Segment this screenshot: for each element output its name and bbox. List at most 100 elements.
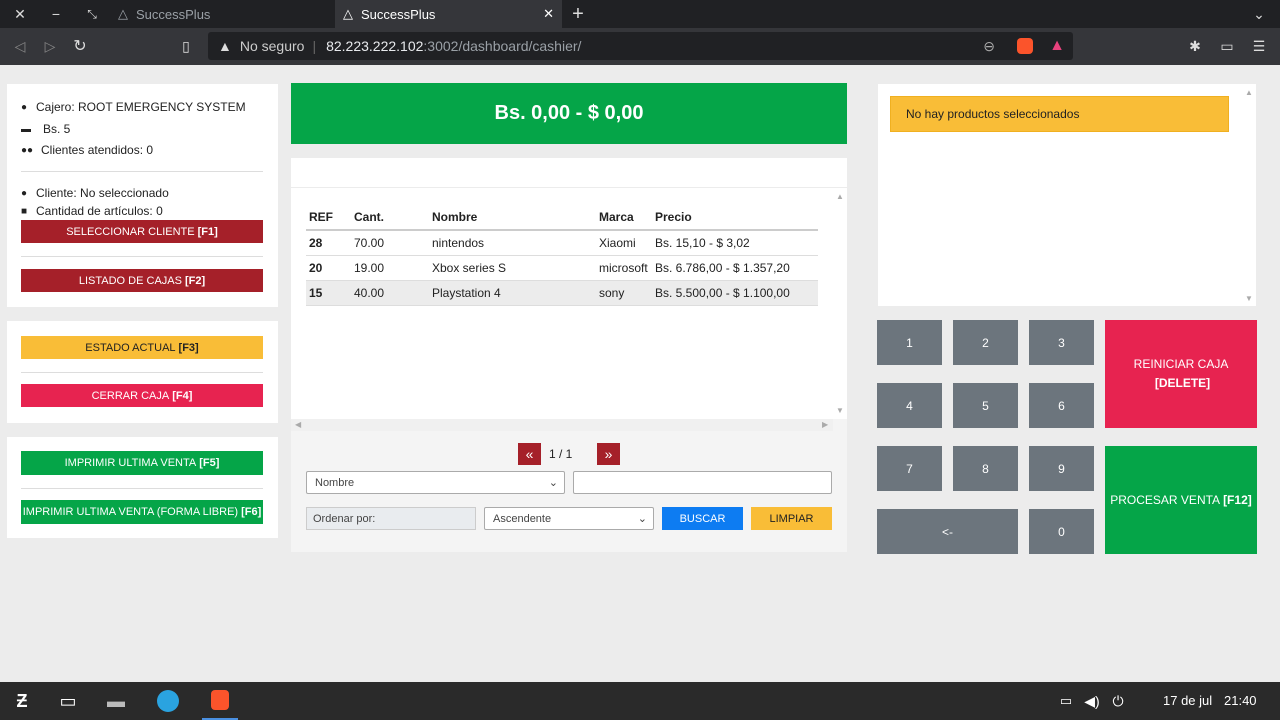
keypad-4[interactable]: 4	[877, 383, 942, 428]
selected-client: ● Cliente: No seleccionado	[21, 186, 169, 200]
products-table-viewport: REF Cant. Nombre Marca Precio 28 70.00 nin…	[291, 188, 833, 419]
search-field-select[interactable]: Nombre ⌄	[306, 471, 565, 494]
extensions-icon[interactable]: ✱	[1185, 36, 1205, 56]
divider	[21, 372, 263, 373]
cart-scrollbar[interactable]: ▲ ▼	[1242, 84, 1256, 306]
order-direction-select[interactable]: Ascendente ⌄	[484, 507, 654, 530]
column-header: Cant.	[351, 204, 429, 231]
taskbar-time: 21:40	[1224, 693, 1257, 708]
telegram-icon[interactable]	[150, 682, 186, 720]
vertical-scrollbar[interactable]: ▲ ▼	[833, 188, 847, 419]
new-tab-icon[interactable]: +	[568, 0, 588, 28]
os-taskbar: Ƶ ▭ ▬ ▭ ◀) ⏻ 17 de jul 21:40	[0, 682, 1280, 720]
address-bar[interactable]: ▲ No seguro | 82.223.222.102:3002/dashbo…	[208, 32, 1073, 60]
tab-title: SuccessPlus	[136, 6, 211, 22]
zoom-icon[interactable]: ⊖	[983, 38, 995, 55]
keypad-0[interactable]: 0	[1029, 509, 1094, 554]
product-search-input[interactable]	[291, 158, 847, 187]
zorin-menu-icon[interactable]: Ƶ	[4, 682, 40, 720]
item-count: ■ Cantidad de artículos: 0	[21, 204, 163, 218]
print-last-sale-button[interactable]: IMPRIMIR ULTIMA VENTA [F5]	[21, 451, 263, 475]
minimize-window-icon[interactable]: −	[46, 0, 66, 28]
warning-icon: ▲	[218, 38, 232, 54]
menu-icon[interactable]: ☰	[1249, 36, 1269, 56]
clients-served: ●● Clientes atendidos: 0	[21, 143, 154, 157]
order-by-label: Ordenar por:	[306, 507, 476, 530]
table-row[interactable]: 15 40.00 Playstation 4 sony Bs. 5.500,00 - $…	[306, 280, 818, 306]
brave-shields-icon[interactable]	[1017, 38, 1033, 54]
site-favicon-icon: △	[118, 6, 128, 21]
user-icon: ●	[21, 187, 28, 199]
clear-button[interactable]: LIMPIAR	[751, 507, 832, 530]
bookmark-icon[interactable]: ▯	[176, 36, 196, 56]
cashier-info-card: ● Cajero: ROOT EMERGENCY SYSTEM ▬ Bs. 5 ●●…	[7, 84, 278, 307]
keypad-7[interactable]: 7	[877, 446, 942, 491]
keypad-5[interactable]: 5	[953, 383, 1018, 428]
divider	[21, 171, 263, 172]
next-page-button[interactable]: »	[597, 443, 620, 465]
keypad-9[interactable]: 9	[1029, 446, 1094, 491]
previous-page-button[interactable]: «	[518, 443, 541, 465]
close-tab-icon[interactable]: ✕	[543, 6, 554, 22]
keypad-6[interactable]: 6	[1029, 383, 1094, 428]
security-label: No seguro	[239, 38, 305, 54]
cart-empty-alert: No hay productos seleccionados	[890, 96, 1229, 132]
close-window-icon[interactable]: ✕	[10, 0, 30, 28]
column-header: REF	[306, 204, 351, 231]
current-status-button[interactable]: ESTADO ACTUAL [F3]	[21, 336, 263, 359]
cash-registers-list-button[interactable]: LISTADO DE CAJAS [F2]	[21, 269, 263, 292]
restore-window-icon[interactable]: ⤡	[82, 0, 102, 28]
page-indicator: 1 / 1	[549, 447, 573, 461]
keypad-3[interactable]: 3	[1029, 320, 1094, 365]
cash-status-card: ESTADO ACTUAL [F3] CERRAR CAJA [F4]	[7, 321, 278, 423]
back-icon[interactable]: ◁	[10, 36, 30, 56]
url-host: 82.223.222.102	[326, 38, 424, 54]
column-header: Nombre	[429, 204, 596, 231]
print-card: IMPRIMIR ULTIMA VENTA [F5] IMPRIMIR ULTIM…	[7, 437, 278, 538]
search-text-input[interactable]	[573, 471, 832, 494]
cashier-name: ● Cajero: ROOT EMERGENCY SYSTEM	[21, 100, 246, 114]
wallet-icon[interactable]: ▭	[1217, 36, 1237, 56]
chevron-down-icon: ⌄	[548, 477, 558, 489]
power-icon[interactable]: ⏻	[1100, 682, 1136, 720]
horizontal-scrollbar[interactable]: ◀ ▶	[291, 419, 833, 431]
money-icon: ▬	[21, 123, 31, 135]
process-sale-button[interactable]: PROCESAR VENTA [F12]	[1105, 446, 1257, 554]
divider	[21, 488, 263, 489]
cart-panel: No hay productos seleccionados	[878, 84, 1242, 306]
taskbar-date: 17 de jul	[1163, 693, 1213, 708]
select-client-button[interactable]: SELECCIONAR CLIENTE [F1]	[21, 220, 263, 243]
users-icon: ●●	[21, 144, 34, 156]
print-last-sale-free-form-button[interactable]: IMPRIMIR ULTIMA VENTA (FORMA LIBRE) [F6]	[21, 500, 263, 524]
browser-tab-1[interactable]: △ SuccessPlus	[110, 0, 341, 28]
chevron-down-icon: ⌄	[637, 513, 647, 525]
keypad-2[interactable]: 2	[953, 320, 1018, 365]
windows-overview-icon[interactable]: ▭	[50, 682, 86, 720]
reload-icon[interactable]: ↻	[70, 36, 90, 56]
site-favicon-icon: △	[343, 6, 353, 21]
browser-tab-2[interactable]: △ SuccessPlus ✕	[335, 0, 562, 28]
products-table: REF Cant. Nombre Marca Precio 28 70.00 nin…	[306, 204, 818, 306]
divider	[21, 256, 263, 257]
cash-balance: ▬ Bs. 5	[21, 122, 71, 136]
brave-rewards-icon[interactable]: ▲	[1049, 37, 1065, 55]
close-register-button[interactable]: CERRAR CAJA [F4]	[21, 384, 263, 407]
table-row[interactable]: 28 70.00 nintendos Xiaomi Bs. 15,10 - $ 3,02	[306, 230, 818, 256]
tab-title: SuccessPlus	[361, 6, 436, 22]
browser-nav-bar: ◁ ▷ ↻ ▯ ▲ No seguro | 82.223.222.102:300…	[0, 28, 1280, 65]
reset-register-button[interactable]: REINICIAR CAJA [DELETE]	[1105, 320, 1257, 428]
box-icon: ■	[21, 205, 28, 217]
column-header: Marca	[596, 204, 652, 231]
url-path: :3002/dashboard/cashier/	[423, 38, 582, 54]
keypad-backspace[interactable]: <-	[877, 509, 1018, 554]
forward-icon[interactable]: ▷	[40, 36, 60, 56]
files-icon[interactable]: ▬	[98, 682, 134, 720]
keypad-8[interactable]: 8	[953, 446, 1018, 491]
column-header: Precio	[652, 204, 818, 231]
brave-browser-icon[interactable]	[202, 682, 238, 720]
table-row[interactable]: 20 19.00 Xbox series Smicrosoft Bs. 6.786,0…	[306, 255, 818, 281]
user-icon: ●	[21, 101, 28, 113]
keypad-1[interactable]: 1	[877, 320, 942, 365]
search-button[interactable]: BUSCAR	[662, 507, 743, 530]
tab-list-chevron-icon[interactable]: ⌄	[1249, 0, 1269, 28]
